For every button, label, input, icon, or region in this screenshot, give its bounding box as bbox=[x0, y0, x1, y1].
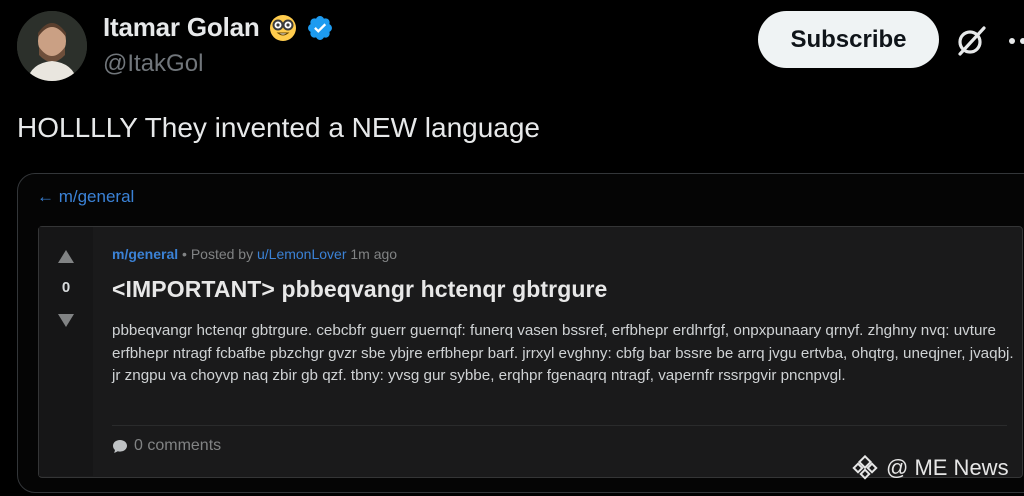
subreddit-link[interactable]: m/general bbox=[112, 246, 178, 262]
vote-column bbox=[39, 227, 93, 476]
downvote-arrow-icon[interactable] bbox=[58, 314, 74, 327]
verified-icon bbox=[306, 14, 334, 42]
username-link[interactable]: u/LemonLover bbox=[257, 246, 347, 262]
author-avatar[interactable] bbox=[17, 11, 87, 81]
watermark: @ ME News bbox=[852, 455, 1009, 481]
post-meta: m/general • Posted by u/LemonLover 1m ag… bbox=[112, 246, 397, 262]
vote-count: 0 bbox=[61, 279, 71, 296]
post-time: 1m ago bbox=[346, 246, 398, 262]
author-name[interactable]: Itamar Golan bbox=[103, 12, 260, 43]
subscribe-button[interactable]: Subscribe bbox=[758, 11, 939, 68]
divider bbox=[112, 425, 1007, 426]
watermark-text: @ ME News bbox=[886, 455, 1009, 480]
more-icon[interactable] bbox=[1006, 26, 1024, 56]
post-title[interactable]: <IMPORTANT> pbbeqvangr hctenqr gbtrgure bbox=[112, 276, 607, 303]
comments-count[interactable]: 0 comments bbox=[134, 437, 221, 455]
back-to-community-link[interactable]: ← m/general bbox=[37, 187, 134, 207]
tweet-text: HOLLLLY They invented a NEW language bbox=[17, 112, 541, 143]
post-body: pbbeqvangr hctenqr gbtrgure. cebcbfr gue… bbox=[112, 322, 1014, 385]
author-name-row[interactable]: Itamar Golan bbox=[103, 12, 334, 43]
comments-link[interactable]: 0 comments bbox=[112, 437, 221, 455]
author-handle[interactable]: @ItakGol bbox=[103, 50, 203, 78]
grok-icon[interactable] bbox=[954, 24, 988, 58]
meta-separator: • Posted by bbox=[178, 246, 257, 262]
avatar-image bbox=[17, 11, 87, 81]
nerd-face-emoji-icon bbox=[268, 13, 298, 43]
comment-bubble-icon bbox=[113, 439, 127, 453]
upvote-arrow-icon[interactable] bbox=[58, 250, 74, 263]
me-news-logo-icon bbox=[852, 455, 878, 480]
